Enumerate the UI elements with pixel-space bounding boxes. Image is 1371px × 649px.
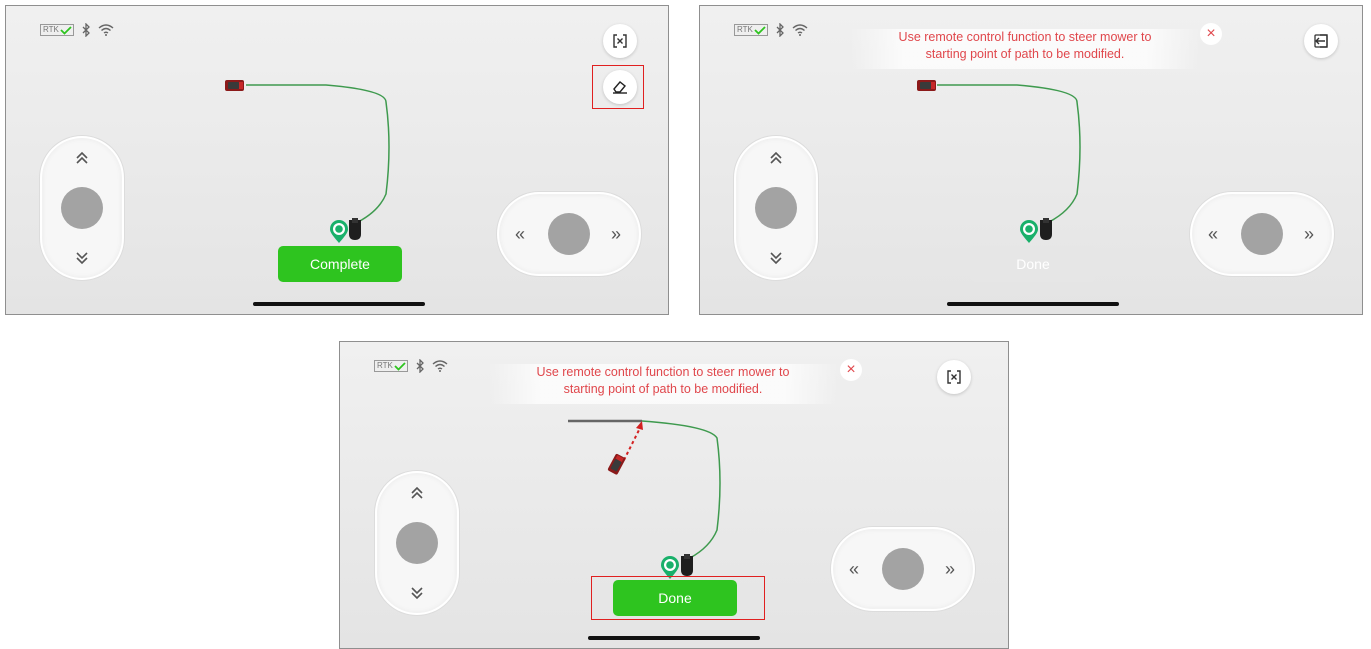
charging-station-pin-icon [329,220,349,249]
left-right-joystick[interactable]: « » [831,527,975,611]
charging-station-pin-icon [1019,220,1039,249]
chevron-left-icon[interactable]: « [849,560,859,578]
chevron-down-icon[interactable] [75,250,89,268]
chevron-down-icon[interactable] [410,585,424,603]
screen-steer-to-start: RTK Use remote control function to steer… [699,5,1363,315]
forward-backward-joystick[interactable] [734,136,818,280]
chevron-down-icon[interactable] [769,250,783,268]
joystick-knob[interactable] [548,213,590,255]
chevron-left-icon[interactable]: « [515,225,525,243]
forward-backward-joystick[interactable] [375,471,459,615]
charging-station-icon [1038,218,1054,247]
charging-station-icon [347,218,363,247]
complete-button[interactable]: Complete [278,246,402,282]
joystick-knob[interactable] [755,187,797,229]
joystick-knob[interactable] [396,522,438,564]
forward-backward-joystick[interactable] [40,136,124,280]
joystick-knob[interactable] [882,548,924,590]
done-button[interactable]: Done [613,580,737,616]
mower-icon [917,79,937,97]
chevron-left-icon[interactable]: « [1208,225,1218,243]
screen-edit-path-start: RTK « » Complete [5,5,669,315]
done-button-disabled[interactable]: Done [971,246,1095,282]
mower-icon [225,79,245,97]
chevron-right-icon[interactable]: » [1304,225,1314,243]
joystick-knob[interactable] [1241,213,1283,255]
home-indicator[interactable] [253,302,425,306]
home-indicator[interactable] [588,636,760,640]
chevron-up-icon[interactable] [769,150,783,168]
left-right-joystick[interactable]: « » [497,192,641,276]
left-right-joystick[interactable]: « » [1190,192,1334,276]
chevron-up-icon[interactable] [410,485,424,503]
joystick-knob[interactable] [61,187,103,229]
chevron-right-icon[interactable]: » [945,560,955,578]
chevron-right-icon[interactable]: » [611,225,621,243]
chevron-up-icon[interactable] [75,150,89,168]
screen-mower-at-start: RTK Use remote control function to steer… [339,341,1009,649]
home-indicator[interactable] [947,302,1119,306]
